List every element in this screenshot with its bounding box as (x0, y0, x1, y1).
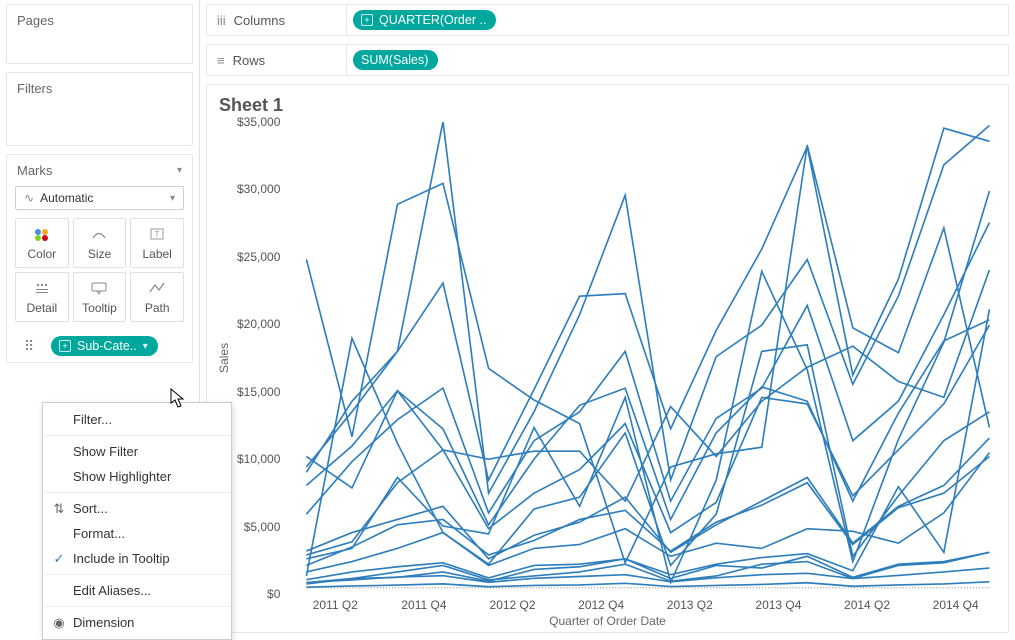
sheet-title[interactable]: Sheet 1 (215, 95, 1000, 122)
filters-shelf[interactable]: Filters (6, 72, 193, 146)
menu-item-include-in-tooltip[interactable]: ✓Include in Tooltip (43, 546, 231, 571)
menu-item-show-highlighter[interactable]: Show Highlighter (43, 464, 231, 489)
rows-shelf[interactable]: ≡ Rows SUM(Sales) (206, 44, 1009, 76)
svg-text:T: T (155, 230, 160, 239)
menu-item-filter[interactable]: Filter... (43, 407, 231, 432)
y-axis-ticks: $35,000$30,000$25,000$20,000$15,000$10,0… (233, 122, 286, 594)
line-icon: ∿ (24, 191, 34, 205)
rows-pill-sum-sales[interactable]: SUM(Sales) (353, 50, 438, 70)
marks-color-button[interactable]: Color (15, 218, 69, 268)
plus-icon: + (59, 340, 71, 352)
pages-label: Pages (17, 13, 54, 28)
menu-item-format[interactable]: Format... (43, 521, 231, 546)
size-icon (90, 225, 108, 243)
columns-label: Columns (234, 13, 285, 28)
plus-icon: + (361, 14, 373, 26)
detail-icon: ⠿ (15, 338, 43, 355)
color-icon (33, 225, 51, 243)
filters-label: Filters (17, 81, 52, 96)
chevron-down-icon: ▾ (170, 193, 175, 204)
marks-label-button[interactable]: T Label (130, 218, 184, 268)
columns-icon: iii (217, 13, 226, 28)
x-axis-ticks: 2011 Q22011 Q42012 Q22012 Q42013 Q22013 … (291, 594, 1000, 612)
marks-path-button[interactable]: Path (130, 272, 184, 322)
label-icon: T (148, 225, 166, 243)
path-icon (148, 279, 166, 297)
sort-icon: ⇅ (51, 501, 67, 517)
columns-pill-quarter-orderdate[interactable]: + QUARTER(Order .. (353, 10, 496, 30)
radio-selected-icon: ◉ (51, 615, 67, 631)
detail-pill-subcategory[interactable]: + Sub-Cate.. ▾ (51, 336, 158, 356)
tooltip-icon (90, 279, 108, 297)
detail-icon (33, 279, 51, 297)
x-axis-label: Quarter of Order Date (215, 612, 1000, 628)
rows-icon: ≡ (217, 53, 225, 68)
marks-tooltip-button[interactable]: Tooltip (73, 272, 127, 322)
view-canvas[interactable]: Sheet 1 Sales $35,000$30,000$25,000$20,0… (206, 84, 1009, 633)
series-line[interactable] (307, 309, 990, 579)
mark-type-selector[interactable]: ∿ Automatic ▾ (15, 186, 184, 210)
series-line[interactable] (307, 320, 990, 525)
mark-type-label: Automatic (40, 191, 93, 205)
chart-plot-area[interactable] (286, 122, 1000, 594)
pages-shelf[interactable]: Pages (6, 4, 193, 64)
marks-label: Marks (17, 163, 52, 178)
menu-item-dimension[interactable]: ◉Dimension (43, 610, 231, 635)
series-line[interactable] (307, 582, 990, 587)
menu-item-edit-aliases[interactable]: Edit Aliases... (43, 578, 231, 603)
rows-label: Rows (233, 53, 266, 68)
checkmark-icon: ✓ (51, 551, 67, 567)
pill-context-menu: Filter... Show Filter Show Highlighter ⇅… (42, 402, 232, 640)
marks-card: Marks ▾ ∿ Automatic ▾ Color (6, 154, 193, 363)
menu-item-show-filter[interactable]: Show Filter (43, 439, 231, 464)
marks-size-button[interactable]: Size (73, 218, 127, 268)
marks-detail-button[interactable]: Detail (15, 272, 69, 322)
columns-shelf[interactable]: iii Columns + QUARTER(Order .. (206, 4, 1009, 36)
caret-down-icon: ▾ (143, 341, 148, 352)
menu-item-sort[interactable]: ⇅Sort... (43, 496, 231, 521)
chevron-down-icon[interactable]: ▾ (177, 165, 182, 176)
series-line[interactable] (307, 122, 990, 493)
